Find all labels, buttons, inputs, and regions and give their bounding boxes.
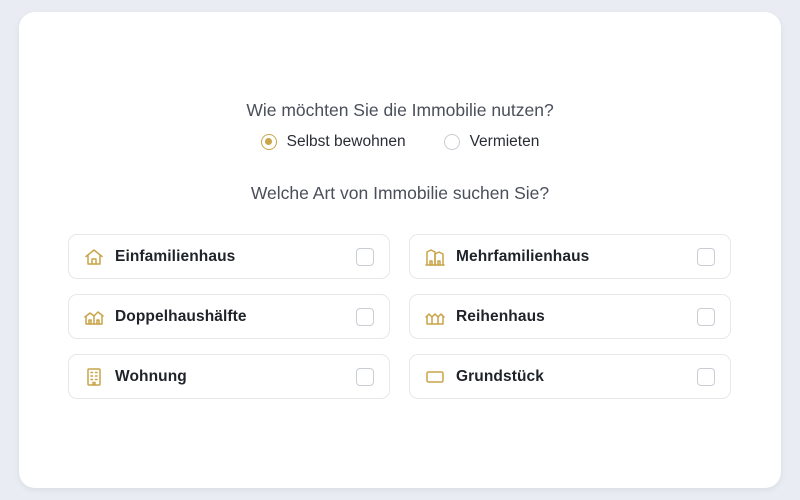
flat-building-icon [84, 368, 104, 386]
option-reihenhaus[interactable]: Reihenhaus [409, 294, 731, 339]
option-doppelhaushaelfte[interactable]: Doppelhaushälfte [68, 294, 390, 339]
radio-selbst-bewohnen[interactable]: Selbst bewohnen [260, 133, 406, 151]
radio-vermieten[interactable]: Vermieten [443, 133, 540, 151]
option-einfamilienhaus[interactable]: Einfamilienhaus [68, 234, 390, 279]
option-label: Doppelhaushälfte [115, 308, 247, 325]
radio-label: Selbst bewohnen [286, 133, 406, 150]
form-card: Wie möchten Sie die Immobilie nutzen? Se… [19, 12, 781, 488]
checkbox[interactable] [697, 308, 715, 326]
checkbox[interactable] [356, 308, 374, 326]
option-grundstueck[interactable]: Grundstück [409, 354, 731, 399]
option-label: Wohnung [115, 368, 187, 385]
apartment-building-icon [425, 248, 445, 266]
checkbox[interactable] [697, 368, 715, 386]
option-label: Einfamilienhaus [115, 248, 236, 265]
option-label: Reihenhaus [456, 308, 545, 325]
property-type-question: Welche Art von Immobilie suchen Sie? [250, 183, 550, 203]
house-icon [84, 248, 104, 266]
radio-label: Vermieten [469, 133, 540, 150]
radio-button-selected[interactable] [260, 134, 277, 150]
usage-radio-group: Selbst bewohnen Vermieten [19, 133, 781, 151]
option-mehrfamilienhaus[interactable]: Mehrfamilienhaus [409, 234, 731, 279]
option-label: Mehrfamilienhaus [456, 248, 590, 265]
checkbox[interactable] [697, 248, 715, 266]
option-label: Grundstück [456, 368, 544, 385]
usage-question: Wie möchten Sie die Immobilie nutzen? [246, 100, 554, 120]
option-wohnung[interactable]: Wohnung [68, 354, 390, 399]
semi-detached-house-icon [84, 308, 104, 326]
plot-icon [425, 368, 445, 386]
radio-button[interactable] [443, 134, 460, 150]
row-house-icon [425, 308, 445, 326]
checkbox[interactable] [356, 368, 374, 386]
checkbox[interactable] [356, 248, 374, 266]
